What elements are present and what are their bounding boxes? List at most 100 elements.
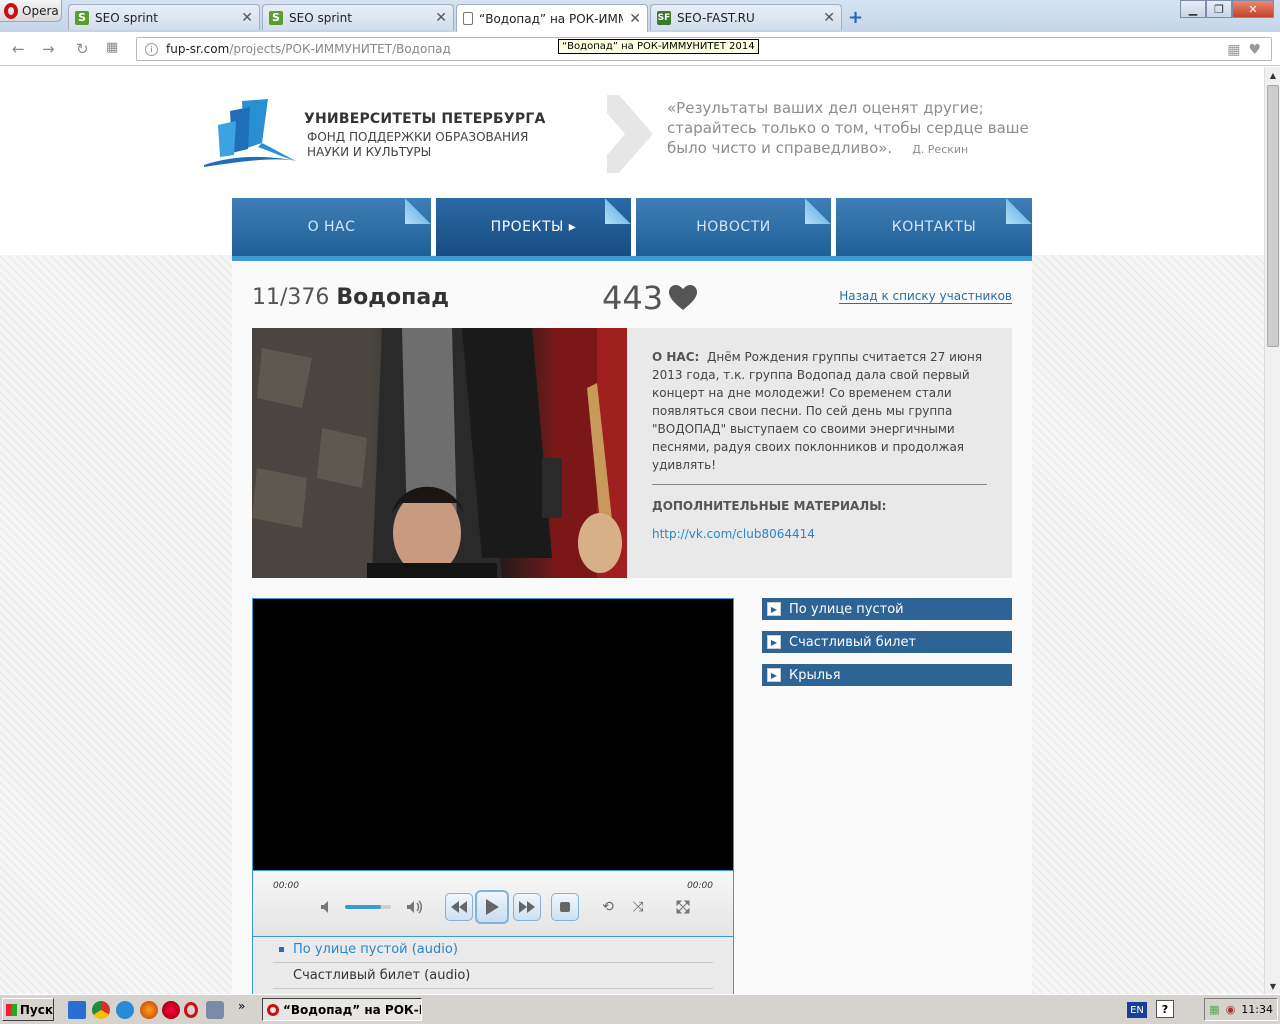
header-quote: «Результаты ваших дел оценят другие; ста… <box>667 99 1029 157</box>
back-arrow-icon[interactable]: ← <box>12 40 25 58</box>
vk-link[interactable]: http://vk.com/club8064414 <box>652 527 987 541</box>
video-screen[interactable] <box>253 599 733 870</box>
close-window-icon[interactable]: ✕ <box>1232 0 1274 18</box>
opera-task-icon <box>267 1003 279 1016</box>
band-photo <box>252 328 627 578</box>
rewind-icon <box>451 901 467 913</box>
windows-taskbar: Пуск » “Водопад” на РОК-И... EN ? ▦ ◉ 11… <box>0 994 1280 1024</box>
playlist-item[interactable]: Счастливый билет (audio) <box>273 963 713 989</box>
firefox-icon[interactable] <box>140 1001 158 1019</box>
tab-close-icon[interactable]: ✕ <box>241 10 253 26</box>
site-logo[interactable]: УНИВЕРСИТЕТЫ ПЕТЕРБУРГА ФОНД ПОДДЕРЖКИ О… <box>204 99 554 169</box>
stop-icon <box>560 902 570 912</box>
minimize-icon[interactable]: ▁ <box>1180 0 1206 18</box>
language-indicator[interactable]: EN <box>1127 1002 1147 1018</box>
bookmark-heart-icon[interactable]: ♥ <box>1248 42 1261 58</box>
page-curl-icon <box>405 198 431 224</box>
page-scrollbar[interactable]: ▲ ▼ <box>1264 67 1280 994</box>
address-url: fup-sr.com/projects/РОК-ИММУНИТЕТ/Водопа… <box>166 42 451 56</box>
tab-seo-fast[interactable]: SF SEO-FAST.RU ✕ <box>650 4 842 30</box>
play-small-icon: ▶ <box>767 668 781 682</box>
antivirus-icon[interactable]: ◉ <box>1226 1003 1236 1016</box>
time-total: 00:00 <box>687 881 713 891</box>
opera-logo-icon <box>4 2 18 19</box>
page-curl-icon <box>1006 198 1032 224</box>
time-current: 00:00 <box>273 881 299 891</box>
logo-subtitle: ФОНД ПОДДЕРЖКИ ОБРАЗОВАНИЯ НАУКИ И КУЛЬТ… <box>307 130 529 159</box>
logo-title: УНИВЕРСИТЕТЫ ПЕТЕРБУРГА <box>304 111 546 127</box>
tab-close-icon[interactable]: ✕ <box>629 11 641 27</box>
tab-close-icon[interactable]: ✕ <box>435 10 447 26</box>
heart-icon[interactable] <box>669 285 698 311</box>
project-rank: 11/376 <box>252 285 330 310</box>
help-icon[interactable]: ? <box>1156 1000 1174 1018</box>
tab-close-icon[interactable]: ✕ <box>823 10 835 26</box>
main-menu: О НАС ПРОЕКТЫ ▸ НОВОСТИ КОНТАКТЫ <box>232 198 1032 256</box>
speed-dial-grid-icon[interactable]: ▦ <box>106 40 118 55</box>
play-button[interactable] <box>475 890 509 924</box>
player-controls: 00:00 00:00 ⟲ ⤨ <box>253 870 733 936</box>
network-icon[interactable]: ▦ <box>1209 1003 1219 1016</box>
seo-fast-favicon-icon: SF <box>657 10 671 25</box>
mute-icon[interactable] <box>313 893 341 921</box>
opera-menu-label: Opera <box>22 3 59 18</box>
internet-explorer-icon[interactable] <box>116 1001 134 1019</box>
fullscreen-icon[interactable] <box>669 893 697 921</box>
repeat-icon[interactable]: ⟲ <box>594 893 622 921</box>
clock: 11:34 <box>1241 1003 1273 1016</box>
track-item[interactable]: ▶ Крылья <box>762 664 1012 686</box>
tools-app-icon[interactable] <box>206 1001 224 1019</box>
menu-item-news[interactable]: НОВОСТИ <box>636 198 831 256</box>
stop-button[interactable] <box>551 893 579 921</box>
vote-count: 443 <box>602 279 664 317</box>
playlist-item[interactable]: По улице пустой (audio) <box>273 937 713 963</box>
quicklaunch-app-icon[interactable] <box>68 1001 86 1019</box>
taskbar-opera-window[interactable]: “Водопад” на РОК-И... <box>262 998 422 1021</box>
scroll-thumb[interactable] <box>1267 85 1279 347</box>
reload-icon[interactable]: ↻ <box>76 40 89 58</box>
opera-quicklaunch-icon[interactable] <box>184 1002 198 1018</box>
menu-item-about[interactable]: О НАС <box>232 198 431 256</box>
tab-bar: Opera S SEO sprint ✕ S SEO sprint ✕ “Вод… <box>0 0 1280 32</box>
track-list: ▶ По улице пустой ▶ Счастливый билет ▶ К… <box>762 598 1012 697</box>
tab-vodopad[interactable]: “Водопад” на РОК-ИММУНИТЕТ 2014 ✕ <box>456 4 648 32</box>
track-item[interactable]: ▶ По улице пустой <box>762 598 1012 620</box>
quote-author: Д. Рескин <box>912 143 969 156</box>
restore-icon[interactable]: ❐ <box>1206 0 1232 18</box>
menu-item-contacts[interactable]: КОНТАКТЫ <box>836 198 1032 256</box>
opera-menu-button[interactable]: Opera <box>0 0 62 22</box>
play-small-icon: ▶ <box>767 602 781 616</box>
menu-item-projects[interactable]: ПРОЕКТЫ ▸ <box>436 198 631 256</box>
project-name: Водопад <box>336 285 449 310</box>
page-info-icon[interactable]: i <box>145 42 158 56</box>
chrome-icon[interactable] <box>92 1001 110 1019</box>
project-content: 11/376 Водопад 443 Назад к списку участн… <box>232 261 1032 994</box>
tab-title-tooltip: “Водопад” на РОК-ИММУНИТЕТ 2014 <box>558 39 759 54</box>
play-icon <box>486 899 499 915</box>
tab-seo-sprint-1[interactable]: S SEO sprint ✕ <box>68 4 260 30</box>
forward-arrow-icon[interactable]: → <box>42 40 55 58</box>
document-icon <box>463 12 473 25</box>
volume-max-icon[interactable] <box>401 893 429 921</box>
vote-counter[interactable]: 443 <box>602 279 698 317</box>
tab-seo-sprint-2[interactable]: S SEO sprint ✕ <box>262 4 454 30</box>
scroll-up-icon[interactable]: ▲ <box>1265 67 1280 83</box>
browser-app-icon[interactable] <box>162 1001 180 1019</box>
fast-forward-icon <box>519 901 535 913</box>
player-playlist: По улице пустой (audio) Счастливый билет… <box>253 936 733 994</box>
fast-forward-button[interactable] <box>513 893 541 921</box>
more-chevron-icon[interactable]: » <box>238 999 245 1013</box>
back-to-list-link[interactable]: Назад к списку участников <box>839 289 1012 304</box>
shuffle-icon[interactable]: ⤨ <box>624 893 652 921</box>
scroll-down-icon[interactable]: ▼ <box>1265 978 1280 994</box>
new-tab-plus-icon[interactable]: + <box>848 7 863 28</box>
project-heading: 11/376 Водопад <box>252 285 449 310</box>
system-tray: ▦ ◉ 11:34 <box>1204 998 1278 1021</box>
rewind-button[interactable] <box>445 893 473 921</box>
about-panel: О НАС: Днём Рождения группы считается 27… <box>627 328 1012 578</box>
start-button[interactable]: Пуск <box>2 998 54 1021</box>
track-item[interactable]: ▶ Счастливый билет <box>762 631 1012 653</box>
volume-slider[interactable] <box>345 905 391 909</box>
about-divider <box>652 484 987 485</box>
stash-grid-icon[interactable]: ▦ <box>1227 42 1240 58</box>
